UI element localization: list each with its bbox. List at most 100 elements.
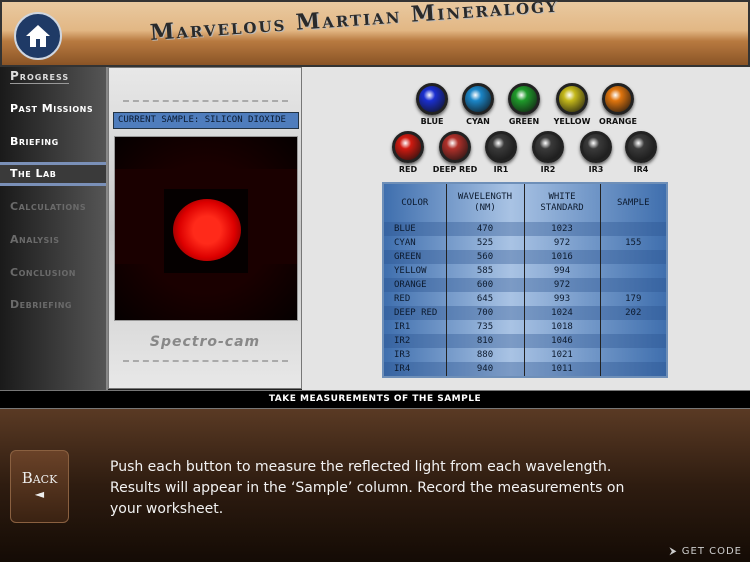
col-header: WHITE STANDARD	[523, 184, 600, 222]
app-title: Marvelous Martian Mineralogy	[149, 0, 560, 46]
table-row: ORANGE 600 972	[384, 278, 666, 292]
button-light-icon	[580, 131, 612, 163]
wavelength-button-ir3[interactable]: IR3	[573, 131, 619, 174]
wavelength-button-cyan[interactable]: CYAN	[455, 83, 501, 126]
table-row: IR3 880 1021	[384, 348, 666, 362]
spectro-cam-logo: Spectro-cam	[149, 334, 261, 350]
wavelength-button-ir1[interactable]: IR1	[478, 131, 524, 174]
sample-cell	[599, 278, 666, 292]
sidebar-item-past-missions[interactable]: Past Missions	[0, 100, 106, 118]
back-arrow-icon: ◄	[34, 487, 45, 501]
sample-cell	[599, 334, 666, 348]
wavelength-cell: 735	[445, 320, 524, 334]
table-row: CYAN 525 972 155	[384, 236, 666, 250]
get-code-link[interactable]: ⮞ GET CODE	[669, 546, 742, 557]
white-standard-cell: 1046	[523, 334, 600, 348]
table-row: DEEP RED 700 1024 202	[384, 306, 666, 320]
color-cell: IR3	[394, 350, 411, 360]
table-row: IR4 940 1011	[384, 362, 666, 376]
table-row: GREEN 560 1016	[384, 250, 666, 264]
sidebar-item-debriefing: Debriefing	[10, 298, 72, 311]
color-cell: ORANGE	[394, 280, 427, 290]
table-row: IR1 735 1018	[384, 320, 666, 334]
color-cell: CYAN	[394, 238, 416, 248]
white-standard-cell: 1021	[523, 348, 600, 362]
col-header: SAMPLE	[599, 184, 666, 222]
wavelength-button-green[interactable]: GREEN	[501, 83, 547, 126]
sidebar-item-briefing[interactable]: Briefing	[0, 133, 106, 151]
button-label: YELLOW	[553, 117, 591, 126]
measurement-table: COLOR WAVELENGTH (NM) WHITE STANDARD SAM…	[382, 182, 668, 378]
back-label: Back	[21, 469, 58, 487]
wavelength-cell: 600	[445, 278, 524, 292]
button-label: IR4	[633, 165, 649, 174]
wavelength-cell: 700	[445, 306, 524, 320]
back-button[interactable]: Back ◄	[10, 450, 69, 523]
color-cell: GREEN	[394, 252, 422, 262]
col-header: COLOR	[401, 197, 429, 208]
color-cell: IR2	[394, 336, 411, 346]
wavelength-cell: 560	[445, 250, 524, 264]
sample-cell: 179	[599, 292, 666, 306]
color-cell: DEEP RED	[394, 308, 438, 318]
sample-cell: 202	[599, 306, 666, 320]
sample-cell	[599, 250, 666, 264]
sample-cell	[599, 222, 666, 236]
white-standard-cell: 1016	[523, 250, 600, 264]
button-label: IR1	[493, 165, 509, 174]
home-icon	[26, 25, 50, 47]
wavelength-cell: 470	[445, 222, 524, 236]
wavelength-button-orange[interactable]: ORANGE	[595, 83, 641, 126]
wavelength-button-red[interactable]: RED	[385, 131, 431, 174]
white-standard-cell: 1023	[523, 222, 600, 236]
button-light-icon	[462, 83, 494, 115]
sample-cell	[599, 320, 666, 334]
col-header: WAVELENGTH (NM)	[445, 184, 524, 222]
wavelength-button-ir4[interactable]: IR4	[618, 131, 664, 174]
color-cell: RED	[394, 294, 411, 304]
divider	[123, 100, 288, 102]
wavelength-button-ir2[interactable]: IR2	[525, 131, 571, 174]
button-light-icon	[439, 131, 471, 163]
home-button[interactable]	[14, 12, 62, 60]
white-standard-cell: 993	[523, 292, 600, 306]
button-light-icon	[392, 131, 424, 163]
white-standard-cell: 972	[523, 278, 600, 292]
sample-cell	[599, 348, 666, 362]
color-cell: IR4	[394, 364, 411, 374]
button-light-icon	[556, 83, 588, 115]
button-light-icon	[532, 131, 564, 163]
camera-view	[114, 136, 298, 321]
progress-sidebar: Progress Past Missions Briefing The Lab Cal…	[0, 67, 108, 390]
progress-heading: Progress	[10, 69, 70, 84]
lab-area: BLUE CYAN GREEN YELLOW ORANGE RED DEEP RED IR1 I…	[302, 67, 750, 390]
sidebar-item-the-lab[interactable]: The Lab	[0, 162, 106, 186]
button-label: IR3	[588, 165, 604, 174]
white-standard-cell: 972	[523, 236, 600, 250]
wavelength-button-deep-red[interactable]: DEEP RED	[432, 131, 478, 174]
wavelength-cell: 525	[445, 236, 524, 250]
white-standard-cell: 1018	[523, 320, 600, 334]
white-standard-cell: 1024	[523, 306, 600, 320]
footer-panel: Back ◄ Push each button to measure the r…	[0, 409, 750, 562]
header-banner: Marvelous Martian Mineralogy	[0, 0, 750, 67]
wavelength-button-blue[interactable]: BLUE	[409, 83, 455, 126]
button-label: GREEN	[508, 117, 540, 126]
button-light-icon	[508, 83, 540, 115]
sample-cell	[599, 362, 666, 376]
table-row: BLUE 470 1023	[384, 222, 666, 236]
instruction-bar: TAKE MEASUREMENTS OF THE SAMPLE	[0, 390, 750, 409]
wavelength-cell: 880	[445, 348, 524, 362]
color-cell: BLUE	[394, 224, 416, 234]
sidebar-item-analysis: Analysis	[10, 233, 60, 246]
button-light-icon	[625, 131, 657, 163]
button-light-icon	[416, 83, 448, 115]
wavelength-cell: 645	[445, 292, 524, 306]
current-sample-label: CURRENT SAMPLE: SILICON DIOXIDE	[113, 112, 299, 129]
white-standard-cell: 1011	[523, 362, 600, 376]
wavelength-button-yellow[interactable]: YELLOW	[549, 83, 595, 126]
sample-cell	[599, 264, 666, 278]
button-label: BLUE	[420, 117, 444, 126]
get-code-label: GET CODE	[681, 546, 742, 557]
table-row: IR2 810 1046	[384, 334, 666, 348]
